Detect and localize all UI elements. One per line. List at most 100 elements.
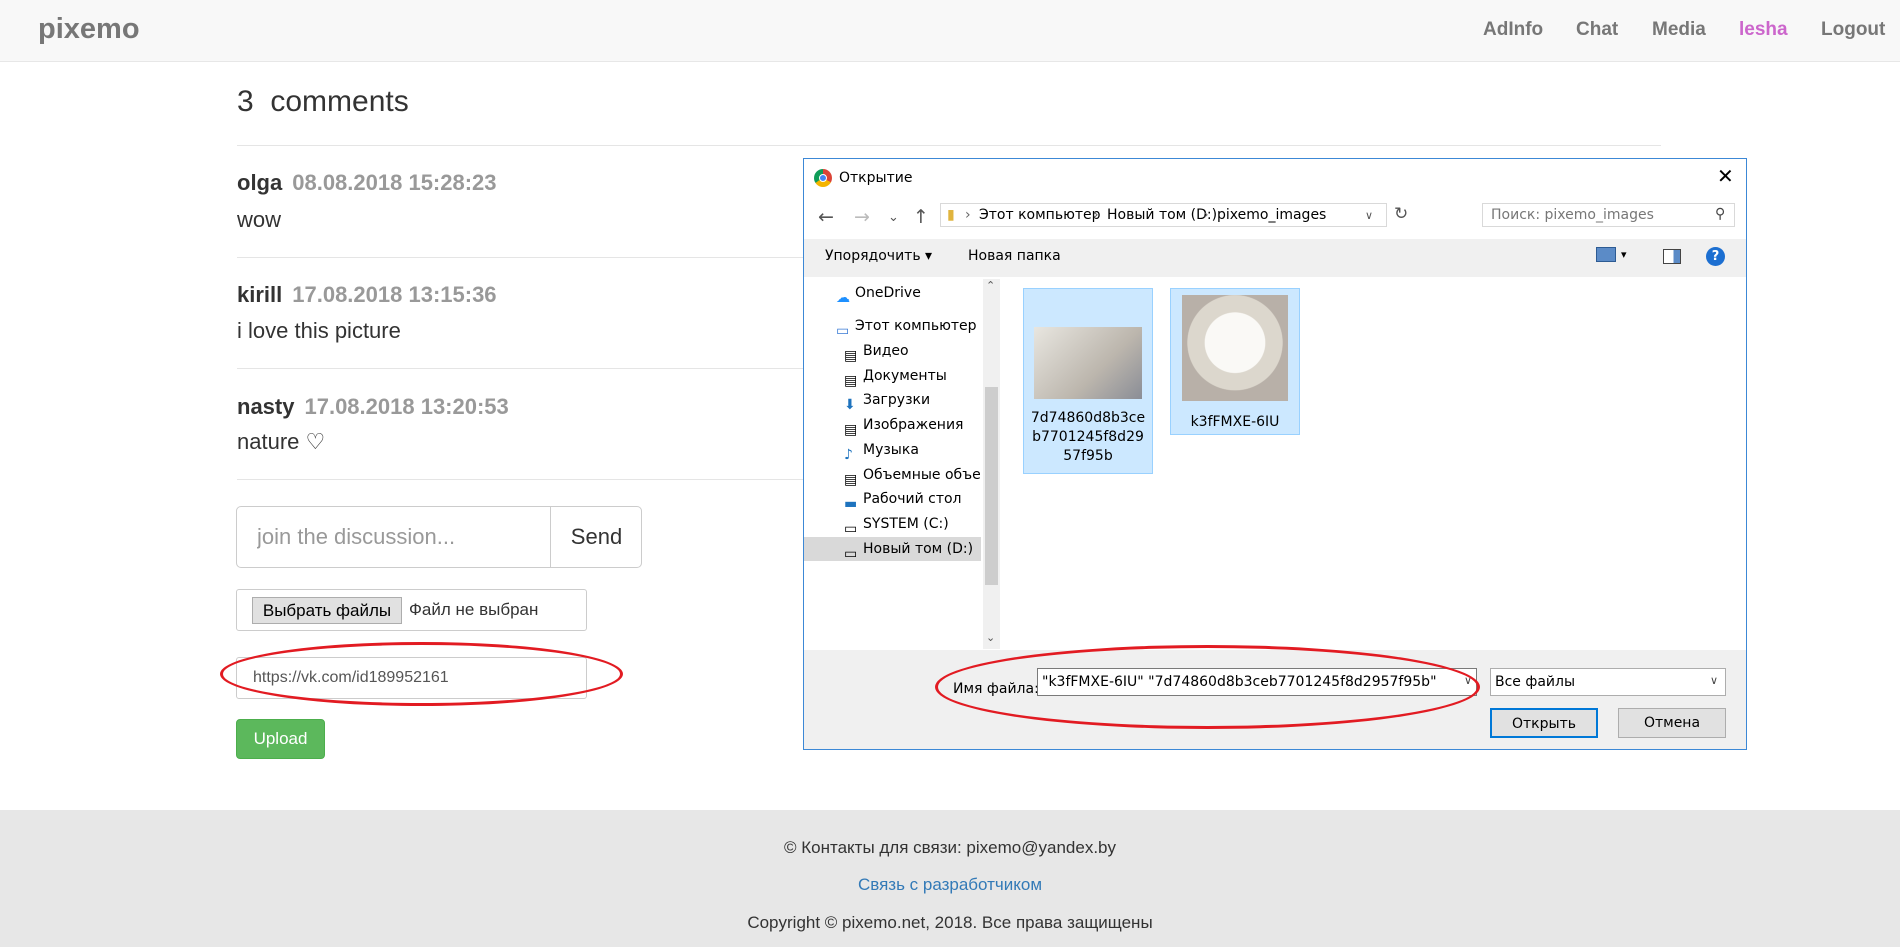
video-folder-icon: ▤: [844, 348, 858, 363]
dialog-toolbar: Упорядочить ▾ Новая папка ▾ ?: [804, 239, 1746, 277]
comments-heading: 3 comments: [237, 85, 409, 119]
nav-link-logout[interactable]: Logout: [1821, 19, 1885, 41]
choose-files-button[interactable]: Выбрать файлы: [252, 597, 402, 624]
file-picker: Выбрать файлы Файл не выбран: [236, 589, 587, 631]
new-folder-button[interactable]: Новая папка: [968, 248, 1061, 264]
tree-label: Этот компьютер: [855, 318, 977, 334]
search-input[interactable]: Поиск: pixemo_images: [1482, 203, 1735, 227]
chrome-icon: [814, 169, 832, 187]
recent-chevron-icon[interactable]: ⌄: [888, 210, 899, 225]
forward-arrow-icon[interactable]: →: [854, 206, 870, 228]
send-button[interactable]: Send: [550, 507, 642, 567]
comment-header: nasty 17.08.2018 13:20:53: [237, 394, 509, 420]
search-icon: ⚲: [1715, 206, 1726, 222]
tree-item-this-pc[interactable]: ▭ Этот компьютер: [836, 314, 977, 338]
cancel-button[interactable]: Отмена: [1618, 708, 1726, 738]
tree-label: Объемные объекты: [863, 467, 981, 483]
breadcrumb-separator-icon: ›: [1093, 207, 1099, 223]
cat-photo-thumbnail-icon: [1034, 327, 1142, 399]
organize-label: Упорядочить: [825, 248, 921, 264]
help-icon[interactable]: ?: [1706, 247, 1725, 266]
comment-author[interactable]: nasty: [237, 394, 294, 419]
chevron-down-icon[interactable]: ▾: [1621, 248, 1627, 261]
comment-author[interactable]: olga: [237, 170, 282, 195]
tree-item-3d-objects[interactable]: ▤ Объемные объекты: [844, 463, 981, 487]
breadcrumb-item[interactable]: Новый том (D:): [1107, 207, 1217, 223]
drive-icon: ▭: [844, 521, 858, 536]
address-bar[interactable]: ▮ › Этот компьютер › Новый том (D:) › pi…: [940, 203, 1387, 227]
open-button[interactable]: Открыть: [1490, 708, 1598, 738]
breadcrumb-item[interactable]: pixemo_images: [1217, 207, 1326, 223]
pictures-folder-icon: ▤: [844, 422, 858, 437]
comments-label: comments: [270, 85, 409, 118]
brand-logo[interactable]: pixemo: [38, 13, 140, 46]
view-mode-icon[interactable]: [1596, 247, 1616, 262]
nav-link-media[interactable]: Media: [1652, 19, 1706, 41]
comment-date: 17.08.2018 13:15:36: [292, 282, 497, 307]
comment-date: 08.08.2018 15:28:23: [292, 170, 497, 195]
divider: [237, 145, 1661, 146]
tree-item-documents[interactable]: ▤ Документы: [844, 364, 947, 388]
red-annotation: [935, 645, 1480, 729]
breadcrumb-separator-icon: ›: [1203, 207, 1209, 223]
tree-item-drive-d[interactable]: ▭ Новый том (D:): [804, 537, 981, 561]
scroll-down-icon[interactable]: ⌄: [986, 631, 995, 644]
scrollbar-thumb[interactable]: [985, 387, 998, 585]
file-name: k3fFMXE-6IU: [1190, 414, 1280, 430]
comment-header: olga 08.08.2018 15:28:23: [237, 170, 497, 196]
comment-text: wow: [237, 207, 282, 232]
upload-button[interactable]: Upload: [236, 719, 325, 759]
file-name: 7d74860d8b3ceb7701245f8d2957f95b: [1030, 410, 1146, 464]
comment-text: i love this picture: [237, 318, 401, 343]
comment-date: 17.08.2018 13:20:53: [304, 394, 509, 419]
tree-label: SYSTEM (C:): [863, 516, 949, 532]
up-arrow-icon[interactable]: ↑: [913, 206, 929, 228]
nav-link-chat[interactable]: Chat: [1576, 19, 1618, 41]
drive-icon: ▭: [844, 546, 858, 561]
nav-link-user[interactable]: lesha: [1739, 19, 1788, 41]
computer-icon: ▭: [836, 323, 850, 338]
close-icon[interactable]: ✕: [1717, 164, 1734, 188]
scroll-up-icon[interactable]: ⌃: [986, 279, 995, 292]
file-item[interactable]: k3fFMXE-6IU: [1170, 288, 1300, 435]
file-status: Файл не выбран: [409, 600, 539, 619]
discussion-input[interactable]: [237, 507, 550, 567]
developer-link[interactable]: Связь с разработчиком: [0, 875, 1900, 895]
tree-label: Загрузки: [863, 392, 931, 408]
comment-author[interactable]: kirill: [237, 282, 282, 307]
tree-item-drive-c[interactable]: ▭ SYSTEM (C:): [844, 512, 949, 536]
tree-item-music[interactable]: ♪ Музыка: [844, 438, 919, 462]
tree-item-desktop[interactable]: ▬ Рабочий стол: [844, 487, 962, 511]
navbar: pixemo AdInfo Chat Media lesha Logout: [0, 0, 1900, 62]
nav-link-adinfo[interactable]: AdInfo: [1483, 19, 1543, 41]
comment-header: kirill 17.08.2018 13:15:36: [237, 282, 497, 308]
tree-label: Видео: [863, 343, 909, 359]
preview-pane-icon[interactable]: [1663, 249, 1681, 264]
file-item[interactable]: 7d74860d8b3ceb7701245f8d2957f95b: [1023, 288, 1153, 474]
tree-label: Музыка: [863, 442, 919, 458]
documents-folder-icon: ▤: [844, 373, 858, 388]
breadcrumb-separator-icon: ›: [965, 207, 971, 223]
red-annotation: [220, 642, 623, 706]
tree-item-onedrive[interactable]: ☁ OneDrive: [836, 281, 921, 305]
comments-count: 3: [237, 85, 254, 118]
tree-label: Новый том (D:): [863, 541, 974, 557]
divider: [237, 368, 804, 369]
back-arrow-icon[interactable]: ←: [818, 206, 834, 228]
tree-scrollbar[interactable]: ⌃ ⌄: [983, 279, 1000, 649]
breadcrumb-item[interactable]: Этот компьютер: [979, 207, 1101, 223]
tree-item-downloads[interactable]: ⬇ Загрузки: [844, 388, 930, 412]
organize-menu[interactable]: Упорядочить ▾: [825, 248, 932, 264]
chevron-down-icon[interactable]: ∨: [1365, 209, 1373, 222]
divider: [237, 479, 804, 480]
filetype-select[interactable]: Все файлы: [1490, 668, 1726, 696]
tree-item-videos[interactable]: ▤ Видео: [844, 339, 909, 363]
tree-label: OneDrive: [855, 285, 921, 301]
footer-copyright: Copyright © pixemo.net, 2018. Все права …: [747, 913, 1153, 932]
3d-objects-folder-icon: ▤: [844, 472, 858, 487]
refresh-icon[interactable]: ↻: [1394, 204, 1408, 224]
tree-item-pictures[interactable]: ▤ Изображения: [844, 413, 963, 437]
chevron-down-icon[interactable]: ∨: [1710, 674, 1718, 687]
folder-icon: ▮: [947, 207, 955, 223]
tree-label: Изображения: [863, 417, 964, 433]
